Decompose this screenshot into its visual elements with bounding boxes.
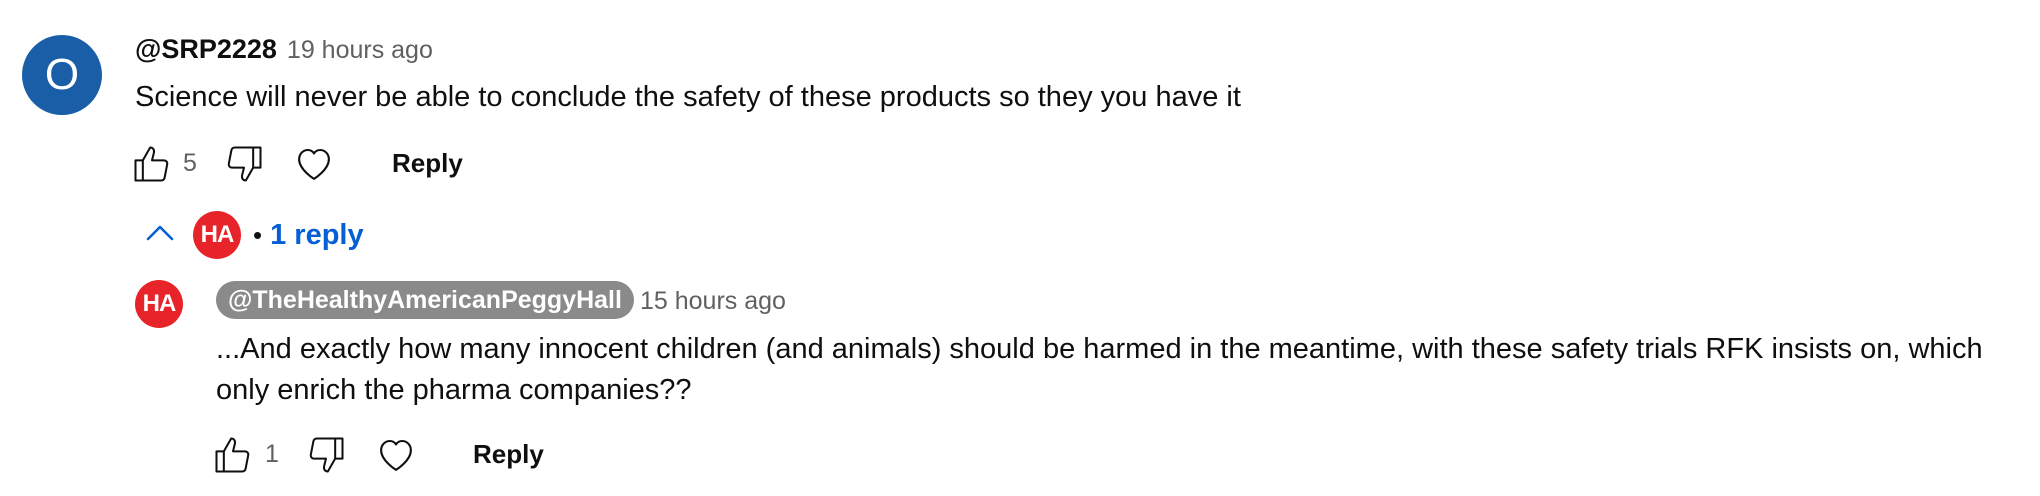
separator-dot: • — [253, 219, 263, 250]
avatar[interactable]: HA — [135, 280, 183, 328]
comment-author[interactable]: @SRP2228 — [135, 34, 277, 65]
thumb-down-icon — [222, 142, 266, 186]
replies-count-link[interactable]: 1 reply — [270, 219, 364, 252]
reply-timestamp[interactable]: 15 hours ago — [640, 287, 786, 316]
dislike-button[interactable] — [222, 142, 266, 186]
like-button[interactable] — [130, 142, 174, 186]
reply-author[interactable]: @TheHealthyAmericanPeggyHall — [216, 281, 634, 319]
reply-author-avatar-small: HA — [193, 211, 241, 259]
like-count: 5 — [183, 149, 197, 177]
replies-toggle[interactable]: HA • 1 reply — [145, 205, 364, 265]
like-count: 1 — [265, 440, 279, 468]
comment-text: Science will never be able to conclude t… — [135, 81, 1241, 113]
reply-text: ...And exactly how many innocent childre… — [216, 333, 1983, 406]
heart-icon — [293, 143, 335, 185]
reply-button[interactable]: Reply — [473, 439, 544, 470]
thumb-up-icon — [211, 433, 255, 477]
dislike-button[interactable] — [304, 433, 348, 477]
thumb-up-icon — [130, 142, 174, 186]
chevron-up-icon — [145, 223, 175, 248]
heart-button[interactable] — [293, 143, 335, 185]
comment-header: @SRP2228 19 hours ago — [135, 34, 433, 65]
heart-button[interactable] — [375, 434, 417, 476]
heart-icon — [375, 434, 417, 476]
avatar[interactable]: O — [22, 35, 102, 115]
reply-button[interactable]: Reply — [392, 148, 463, 179]
thumb-down-icon — [304, 433, 348, 477]
comment-timestamp[interactable]: 19 hours ago — [287, 36, 433, 65]
like-button[interactable] — [211, 433, 255, 477]
